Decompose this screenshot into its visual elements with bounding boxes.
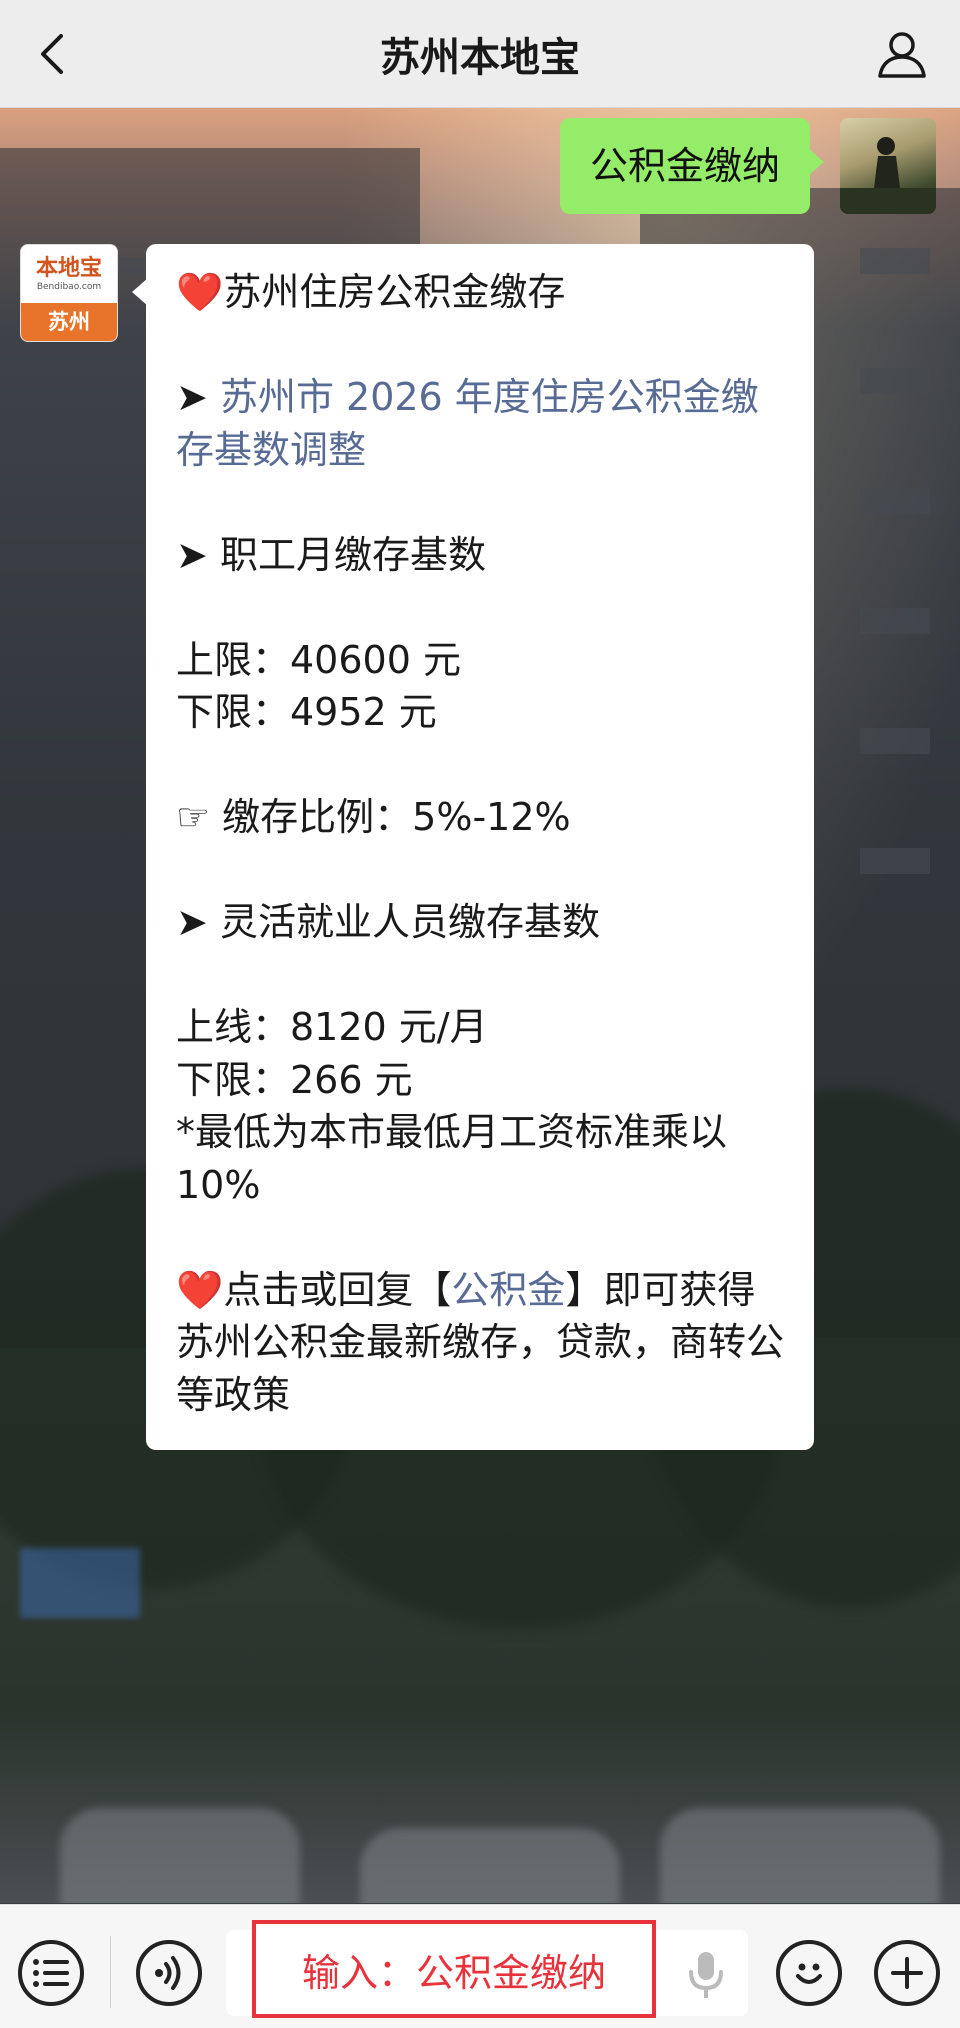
article-link[interactable]: 苏州市 2026 年度住房公积金缴存基数调整: [176, 375, 759, 472]
user-avatar[interactable]: [840, 118, 936, 214]
menu-button[interactable]: [18, 1940, 84, 2006]
arrow-icon: ➤: [176, 900, 208, 944]
bot-message-bubble: ❤️苏州住房公积金缴存 ➤ 苏州市 2026 年度住房公积金缴存基数调整 ➤ 职…: [132, 244, 814, 1450]
back-button[interactable]: [22, 24, 82, 84]
input-instruction-box: 输入：公积金缴纳: [252, 1920, 656, 2018]
keyword-link[interactable]: 公积金: [451, 1268, 565, 1312]
upper-limit-text: 上限：40600 元: [176, 637, 461, 682]
plus-icon: [891, 1957, 923, 1989]
flex-upper-text: 上线：8120 元/月: [176, 1005, 488, 1049]
user-message-bubble[interactable]: 公积金缴纳: [559, 118, 825, 214]
flex-lower-text: 下限：266 元: [176, 1057, 413, 1102]
footer-text-pre: 点击或回复【: [223, 1267, 452, 1312]
menu-list-icon: [33, 1959, 69, 1987]
logo-city: 苏州: [21, 303, 117, 341]
person-icon: [878, 32, 926, 78]
profile-button[interactable]: [874, 26, 930, 82]
logo-url: Bendibao.com: [36, 282, 102, 292]
heart-icon: ❤️: [176, 270, 224, 314]
voice-toggle-button[interactable]: [136, 1940, 202, 2006]
toolbar-divider: [110, 1936, 111, 2008]
lower-limit-text: 下限：4952 元: [176, 690, 437, 734]
arrow-icon: ➤: [176, 532, 208, 577]
arrow-icon: ➤: [176, 375, 208, 419]
page-title: 苏州本地宝: [380, 34, 580, 81]
mic-icon: [689, 1952, 723, 1998]
message-heading: 苏州住房公积金缴存: [223, 270, 566, 314]
chevron-left-icon: [41, 34, 63, 74]
nav-header: 苏州本地宝: [0, 0, 960, 108]
ratio-text: 缴存比例：5%-12%: [222, 795, 571, 839]
note-text: *最低为本市最低月工资标准乘以10%: [176, 1110, 728, 1207]
bot-avatar[interactable]: 本地宝 Bendibao.com 苏州: [20, 244, 118, 342]
logo-text: 本地宝: [35, 256, 102, 281]
voice-icon: [155, 1956, 181, 1990]
mic-button[interactable]: [684, 1950, 728, 2000]
plus-button[interactable]: [874, 1940, 940, 2006]
heart-icon: ❤️: [176, 1267, 224, 1312]
emoji-icon: [796, 1963, 822, 1984]
emoji-button[interactable]: [776, 1940, 842, 2006]
avatar-image: [840, 137, 936, 214]
section-title-employee: 职工月缴存基数: [219, 532, 486, 577]
section-title-flexible: 灵活就业人员缴存基数: [219, 900, 600, 944]
pointing-hand-icon: ☞: [176, 795, 211, 839]
